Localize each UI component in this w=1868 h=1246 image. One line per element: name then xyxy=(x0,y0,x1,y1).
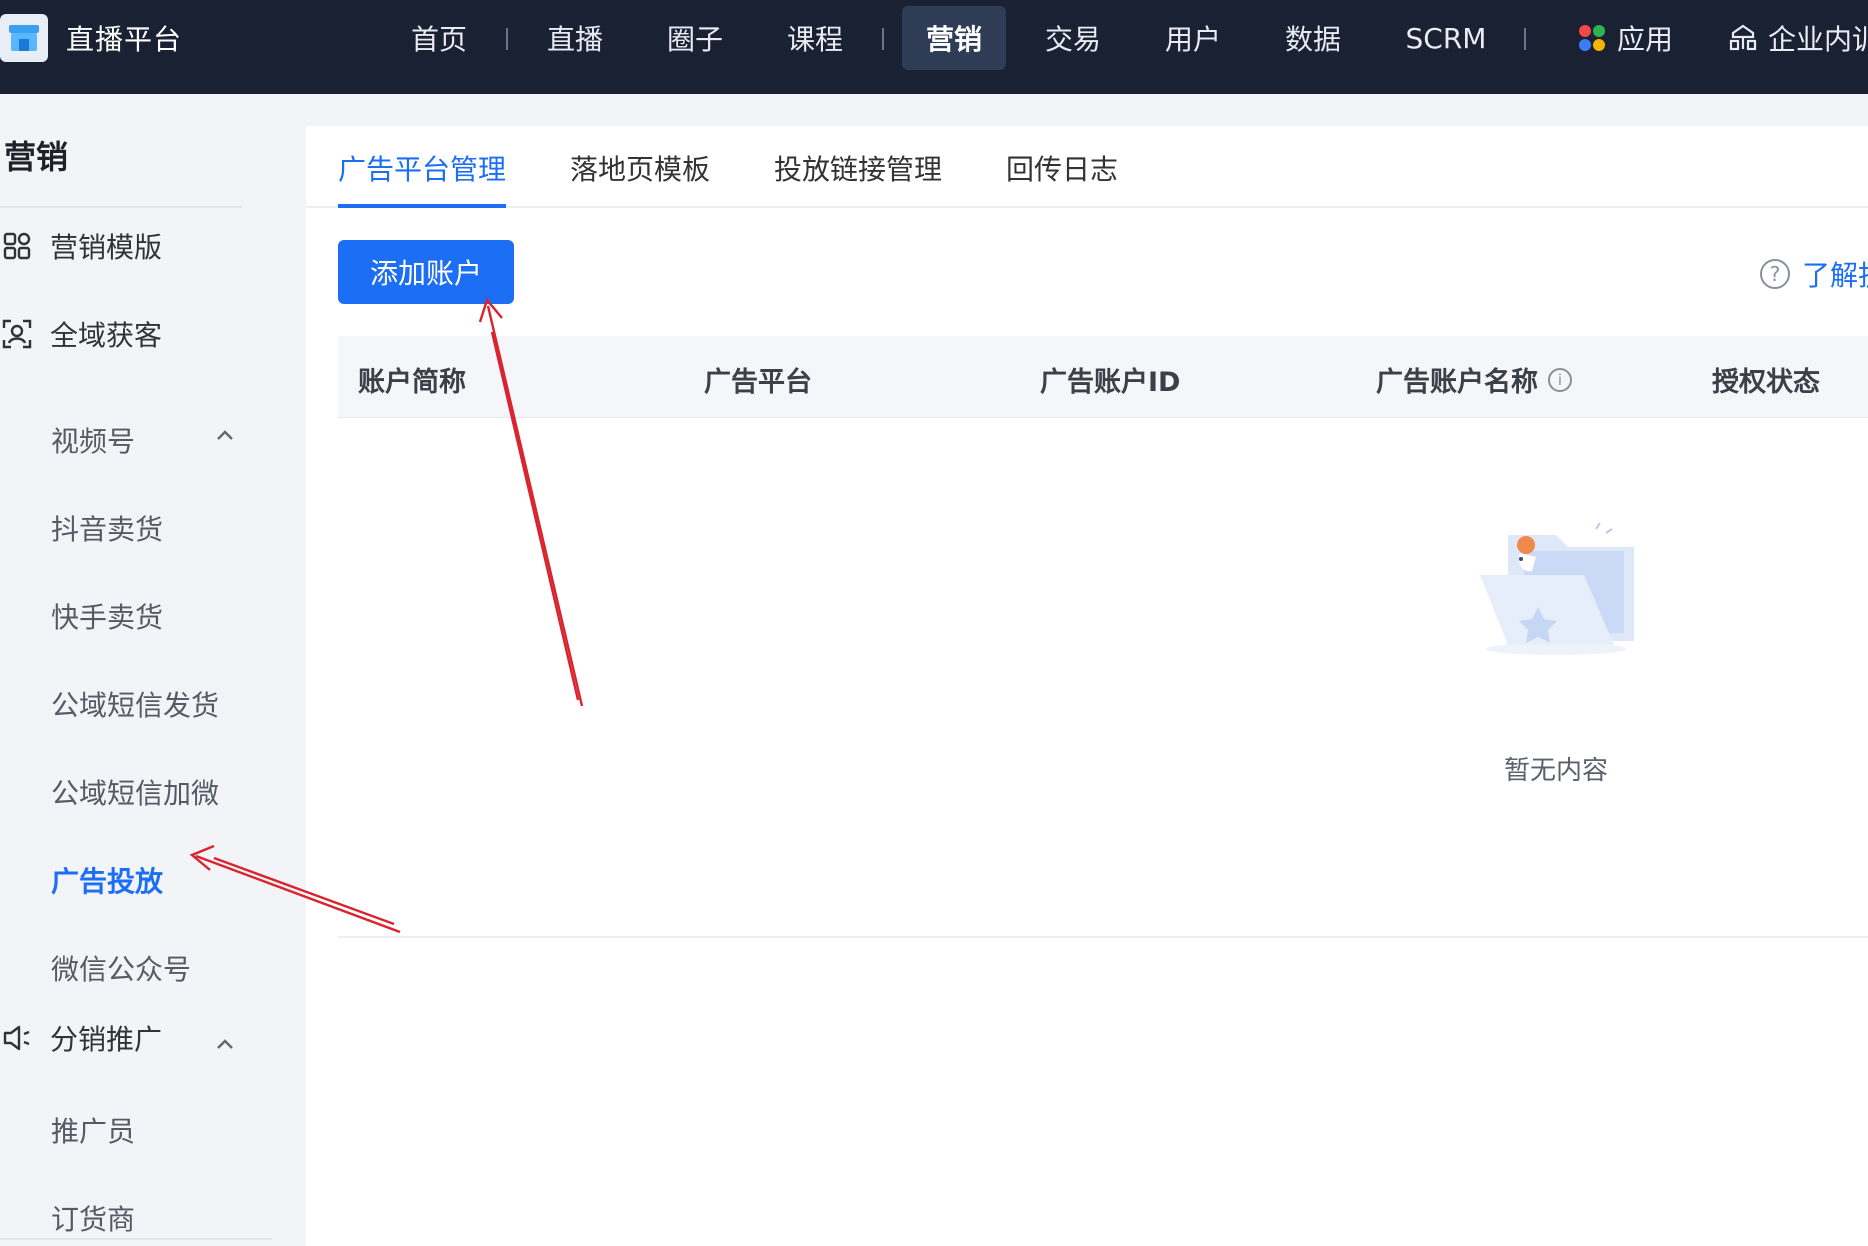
nav-scrm[interactable]: SCRM xyxy=(1398,6,1494,70)
table-header: 账户简称 广告平台 广告账户ID 广告账户名称 i 授权状态 xyxy=(338,336,1868,418)
info-icon[interactable]: i xyxy=(1548,367,1572,392)
sidebar-group-distribution[interactable]: 分销推广 xyxy=(0,1016,162,1060)
table-bottom-border xyxy=(338,936,1868,938)
empty-state-text: 暂无内容 xyxy=(1503,756,1608,786)
column-header-label: 广告账户名称 xyxy=(1376,367,1538,398)
nav-enterprise-training[interactable]: 企业内训 xyxy=(1728,6,1868,70)
nav-apps[interactable]: 应用 xyxy=(1566,6,1686,70)
learn-more-label: 了解投 xyxy=(1802,259,1868,292)
nav-data[interactable]: 数据 xyxy=(1278,6,1348,70)
column-header-account-alias[interactable]: 账户简称 xyxy=(358,360,466,399)
user-scan-icon xyxy=(0,317,34,351)
learn-more-link[interactable]: ? 了解投 xyxy=(1760,254,1868,294)
sidebar-title: 营销 xyxy=(4,138,69,176)
nav-separator xyxy=(506,28,508,50)
column-header-ad-platform[interactable]: 广告平台 xyxy=(704,360,812,399)
sidebar-item-promoters[interactable]: 推广员 xyxy=(51,1110,135,1150)
sidebar-divider xyxy=(0,1238,272,1240)
sidebar-item-label: 营销模版 xyxy=(50,231,163,264)
apps-icon xyxy=(1578,25,1605,51)
tab-placement-link-management[interactable]: 投放链接管理 xyxy=(774,148,942,188)
sidebar-item-sms-shipping[interactable]: 公域短信发货 xyxy=(51,684,219,724)
chevron-up-icon[interactable] xyxy=(214,424,236,446)
tab-ad-platform-management[interactable]: 广告平台管理 xyxy=(338,148,506,188)
top-navigation-bar: 直播平台 首页 直播 圈子 课程 营销 交易 用户 数据 SCRM 应用 企业内… xyxy=(0,0,1868,94)
column-header-auth-status[interactable]: 授权状态 xyxy=(1712,360,1820,399)
grid-icon xyxy=(0,229,34,263)
help-circle-icon: ? xyxy=(1760,259,1790,289)
nav-apps-label: 应用 xyxy=(1616,23,1673,56)
column-header-ad-account-name[interactable]: 广告账户名称 i xyxy=(1376,360,1572,399)
sidebar-divider xyxy=(0,206,242,208)
sidebar-item-wechat-official-account[interactable]: 微信公众号 xyxy=(51,948,191,988)
org-chart-icon xyxy=(1729,24,1757,51)
nav-users[interactable]: 用户 xyxy=(1158,6,1228,70)
nav-enterprise-label: 企业内训 xyxy=(1768,23,1868,56)
tab-bar: 广告平台管理 落地页模板 投放链接管理 回传日志 xyxy=(306,126,1868,208)
nav-separator xyxy=(1524,28,1526,50)
nav-separator xyxy=(882,28,884,50)
sidebar-item-kuaishou-sales[interactable]: 快手卖货 xyxy=(51,596,163,636)
sidebar-item-ad-placement[interactable]: 广告投放 xyxy=(51,860,163,900)
megaphone-icon xyxy=(0,1021,34,1055)
sidebar-group-omni-acquisition[interactable]: 全域获客 xyxy=(0,312,162,356)
sidebar-item-sms-add-wechat[interactable]: 公域短信加微 xyxy=(51,772,219,812)
active-tab-indicator xyxy=(338,204,506,208)
column-header-ad-account-id[interactable]: 广告账户ID xyxy=(1040,360,1180,399)
nav-circle[interactable]: 圈子 xyxy=(660,6,730,70)
sidebar-item-channels[interactable]: 视频号 xyxy=(51,420,135,460)
sidebar-group-label: 分销推广 xyxy=(50,1023,163,1056)
nav-live[interactable]: 直播 xyxy=(540,6,610,70)
top-nav: 首页 直播 圈子 课程 营销 交易 用户 数据 SCRM 应用 企业内训 xyxy=(0,0,1868,94)
add-account-button[interactable]: 添加账户 xyxy=(338,240,514,304)
nav-home[interactable]: 首页 xyxy=(404,6,474,70)
chevron-up-icon[interactable] xyxy=(214,1033,236,1055)
nav-trade[interactable]: 交易 xyxy=(1038,6,1108,70)
sidebar-item-distributors[interactable]: 订货商 xyxy=(51,1198,135,1238)
sidebar: 营销 营销模版 全域获客 视频号 抖音卖货 快手卖货 公域短信发货 公域短信加微 xyxy=(0,94,306,1246)
tab-callback-log[interactable]: 回传日志 xyxy=(1006,148,1118,188)
sidebar-item-douyin-sales[interactable]: 抖音卖货 xyxy=(51,508,163,548)
tab-landing-page-templates[interactable]: 落地页模板 xyxy=(570,148,710,188)
empty-folder-illustration xyxy=(1480,522,1634,655)
sidebar-item-marketing-templates[interactable]: 营销模版 xyxy=(0,224,162,268)
nav-course[interactable]: 课程 xyxy=(780,6,850,70)
sidebar-group-label: 全域获客 xyxy=(50,319,163,352)
nav-marketing[interactable]: 营销 xyxy=(902,6,1006,70)
main-panel: 广告平台管理 落地页模板 投放链接管理 回传日志 添加账户 ? 了解投 账户简称… xyxy=(306,126,1868,1246)
